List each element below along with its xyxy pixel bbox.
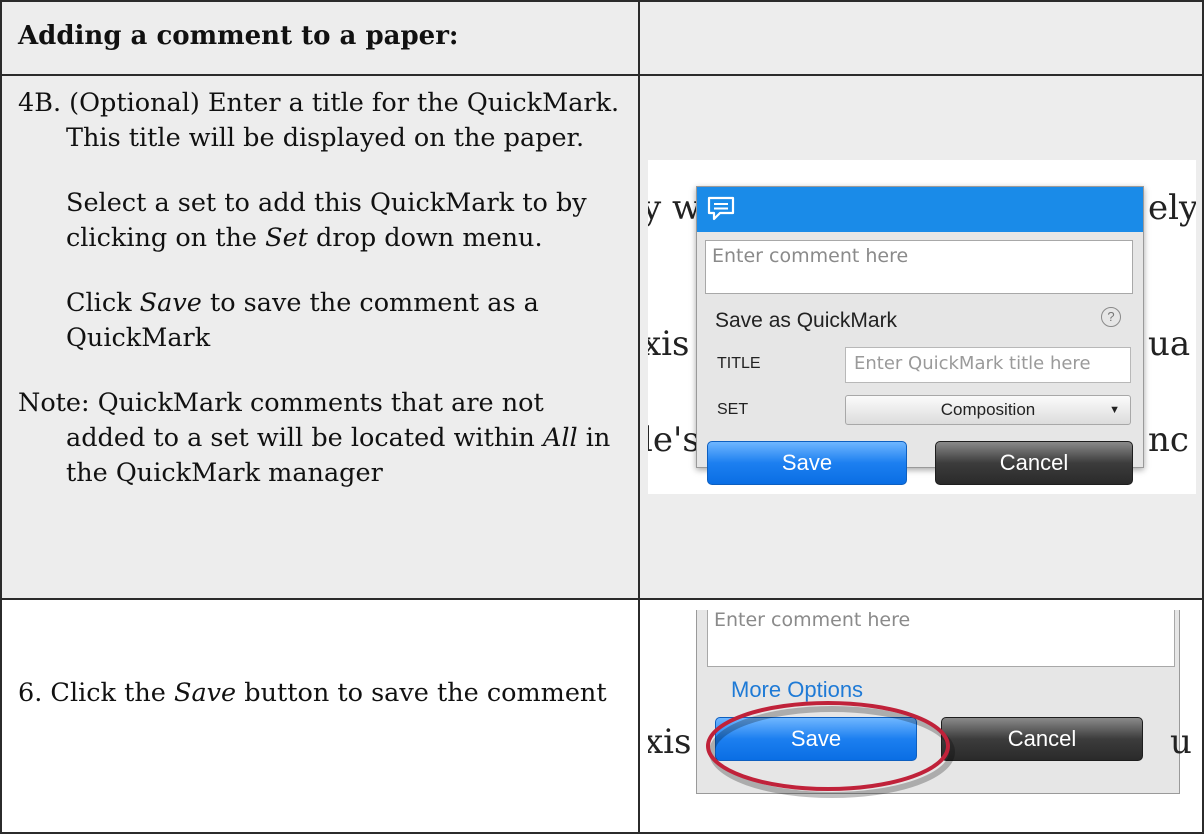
step-4b-click-save: Click Save to save the comment as a Quic… bbox=[66, 288, 539, 353]
step-4b-note: Note: QuickMark comments that are not ad… bbox=[18, 388, 611, 488]
bg-text-fragment: ely bbox=[1148, 188, 1196, 228]
set-label: SET bbox=[717, 401, 749, 418]
bg-text-fragment: le's bbox=[648, 420, 700, 460]
quickmark-dialog-screenshot: y w ely xis ua le's nc Enter comment her… bbox=[648, 160, 1196, 494]
bg-text-fragment: y w bbox=[648, 188, 702, 228]
step-6-text: 6. Click the Save button to save the com… bbox=[18, 678, 607, 708]
highlight-circle bbox=[706, 701, 955, 798]
step-4b-lead: 4B. (Optional) Enter a title for the Qui… bbox=[18, 88, 620, 153]
help-icon[interactable]: ? bbox=[1101, 307, 1121, 327]
instruction-table: Adding a comment to a paper: 4B. (Option… bbox=[0, 0, 1204, 834]
step-4b-text-cell: 4B. (Optional) Enter a title for the Qui… bbox=[18, 86, 628, 491]
quickmark-title-input[interactable]: Enter QuickMark title here bbox=[845, 347, 1131, 383]
save-button-screenshot: Enter comment here More Options Save Can… bbox=[648, 610, 1196, 820]
save-as-quickmark-label: Save as QuickMark bbox=[715, 309, 898, 332]
bg-text-fragment: xis bbox=[648, 324, 690, 364]
speech-bubble-icon bbox=[707, 196, 735, 221]
save-button[interactable]: Save bbox=[707, 441, 907, 485]
title-label: TITLE bbox=[717, 355, 761, 372]
table-border bbox=[0, 598, 1204, 600]
dropdown-arrow-icon: ▼ bbox=[1109, 404, 1120, 416]
step-6-text-cell: 6. Click the Save button to save the com… bbox=[18, 676, 618, 711]
popup-header bbox=[697, 187, 1143, 232]
set-dropdown[interactable]: Composition ▼ bbox=[845, 395, 1131, 425]
cancel-button[interactable]: Cancel bbox=[935, 441, 1133, 485]
step-4b-select-set: Select a set to add this QuickMark to by… bbox=[66, 188, 587, 253]
comment-popup: Enter comment here Save as QuickMark ? T… bbox=[696, 186, 1144, 485]
table-border bbox=[0, 74, 1204, 76]
table-border bbox=[0, 0, 1204, 2]
bg-text-fragment: nc bbox=[1148, 420, 1189, 460]
bg-text-fragment: ua bbox=[1148, 324, 1191, 364]
table-header-title: Adding a comment to a paper: bbox=[18, 21, 459, 51]
comment-textarea[interactable]: Enter comment here bbox=[705, 240, 1133, 294]
table-border bbox=[0, 0, 2, 834]
set-dropdown-value: Composition bbox=[940, 400, 1036, 419]
table-border bbox=[638, 0, 640, 834]
